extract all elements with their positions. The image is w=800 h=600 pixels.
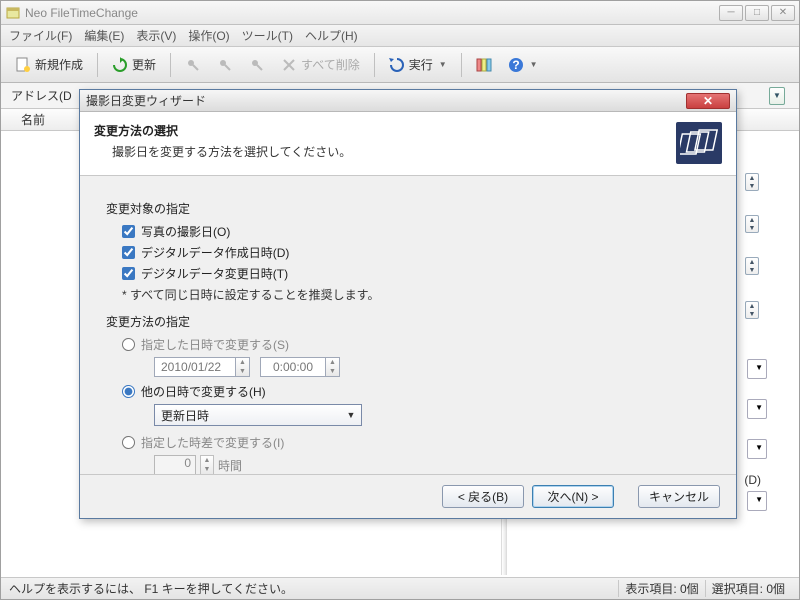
tool-pin3[interactable] (243, 54, 271, 76)
svg-text:?: ? (512, 58, 519, 72)
app-icon (5, 5, 21, 21)
columns-icon (476, 57, 492, 73)
right-spinner-1[interactable]: ▲▼ (745, 173, 759, 191)
delete-all-label: すべて削除 (301, 56, 360, 73)
run-icon (389, 57, 405, 73)
dialog-footer: < 戻る(B) 次へ(N) > キャンセル (80, 474, 736, 518)
new-button[interactable]: 新規作成 (9, 53, 89, 76)
refresh-icon (112, 57, 128, 73)
right-combo-2[interactable]: ▼ (747, 399, 767, 419)
recommendation-note: * すべて同じ日時に設定することを推奨します。 (122, 286, 710, 303)
radio-offset-input[interactable] (122, 436, 135, 449)
group-target-label: 変更対象の指定 (106, 200, 710, 217)
right-d-label: (D) (744, 473, 761, 487)
checkbox-shoot-input[interactable] (122, 225, 135, 238)
dialog-heading: 変更方法の選択 (94, 122, 676, 139)
dialog-title: 撮影日変更ウィザード (86, 92, 686, 109)
wizard-icon (676, 122, 722, 164)
offset-unit-label: 時間 (218, 457, 242, 474)
checkbox-dcreate-input[interactable] (122, 246, 135, 259)
run-label: 実行 (409, 56, 433, 73)
menubar: ファイル(F) 編集(E) 表示(V) 操作(O) ツール(T) ヘルプ(H) (1, 25, 799, 47)
titlebar: Neo FileTimeChange ─ □ ✕ (1, 1, 799, 25)
main-window: Neo FileTimeChange ─ □ ✕ ファイル(F) 編集(E) 表… (0, 0, 800, 600)
tool-pin1[interactable] (179, 54, 207, 76)
new-label: 新規作成 (35, 56, 83, 73)
checkbox-digital-modify[interactable]: デジタルデータ変更日時(T) (122, 265, 710, 282)
close-button[interactable]: ✕ (771, 5, 795, 21)
date-field[interactable]: 2010/01/22 (154, 357, 236, 377)
help-icon: ? (508, 57, 524, 73)
pin-icon (185, 57, 201, 73)
address-dropdown-icon[interactable]: ▼ (769, 87, 785, 105)
tool-columns[interactable] (470, 54, 498, 76)
delete-all-button[interactable]: すべて削除 (275, 53, 366, 76)
radio-other-datetime[interactable]: 他の日時で変更する(H) (122, 383, 710, 400)
radio-offset[interactable]: 指定した時差で変更する(I) (122, 434, 710, 451)
cancel-button[interactable]: キャンセル (638, 485, 720, 508)
time-spinner[interactable]: ▲▼ (326, 357, 340, 377)
radio-specified-input[interactable] (122, 338, 135, 351)
right-combo-1[interactable]: ▼ (747, 359, 767, 379)
pin2-icon (217, 57, 233, 73)
status-selected: 選択項目: 0個 (705, 580, 791, 597)
menu-file[interactable]: ファイル(F) (9, 27, 72, 44)
tool-help[interactable]: ? ▼ (502, 54, 544, 76)
right-spinner-4[interactable]: ▲▼ (745, 301, 759, 319)
right-combo-4[interactable]: ▼ (747, 491, 767, 511)
pin3-icon (249, 57, 265, 73)
combo-value: 更新日時 (161, 407, 209, 424)
radio-other-input[interactable] (122, 385, 135, 398)
menu-help[interactable]: ヘルプ(H) (305, 27, 358, 44)
menu-edit[interactable]: 編集(E) (84, 27, 124, 44)
dialog-subheading: 撮影日を変更する方法を選択してください。 (112, 143, 676, 160)
checkbox-digital-create[interactable]: デジタルデータ作成日時(D) (122, 244, 710, 261)
delete-icon (281, 57, 297, 73)
dialog-header: 変更方法の選択 撮影日を変更する方法を選択してください。 (80, 112, 736, 176)
tool-pin2[interactable] (211, 54, 239, 76)
refresh-label: 更新 (132, 56, 156, 73)
offset-spinner[interactable]: ▲▼ (200, 455, 214, 475)
wizard-dialog: 撮影日変更ウィザード ✕ 変更方法の選択 撮影日を変更する方法を選択してください… (79, 89, 737, 519)
toolbar: 新規作成 更新 すべて削除 実行 ▼ ? ▼ (1, 47, 799, 83)
offset-field[interactable]: 0 (154, 455, 196, 475)
other-datetime-combo[interactable]: 更新日時 ▼ (154, 404, 362, 426)
checkbox-dmodify-input[interactable] (122, 267, 135, 280)
status-help: ヘルプを表示するには、 F1 キーを押してください。 (9, 580, 618, 597)
dialog-titlebar: 撮影日変更ウィザード ✕ (80, 90, 736, 112)
radio-specified-datetime[interactable]: 指定した日時で変更する(S) (122, 336, 710, 353)
menu-action[interactable]: 操作(O) (188, 27, 229, 44)
window-title: Neo FileTimeChange (25, 6, 719, 20)
status-items: 表示項目: 0個 (618, 580, 704, 597)
checkbox-shoot-date[interactable]: 写真の撮影日(O) (122, 223, 710, 240)
group-method-label: 変更方法の指定 (106, 313, 710, 330)
menu-view[interactable]: 表示(V) (136, 27, 176, 44)
right-combo-3[interactable]: ▼ (747, 439, 767, 459)
run-dropdown-icon[interactable]: ▼ (439, 60, 447, 69)
run-button[interactable]: 実行 ▼ (383, 53, 453, 76)
right-spinner-2[interactable]: ▲▼ (745, 215, 759, 233)
maximize-button[interactable]: □ (745, 5, 769, 21)
back-button[interactable]: < 戻る(B) (442, 485, 524, 508)
menu-tools[interactable]: ツール(T) (242, 27, 293, 44)
date-spinner[interactable]: ▲▼ (236, 357, 250, 377)
address-label: アドレス(D (11, 87, 72, 104)
dialog-close-button[interactable]: ✕ (686, 93, 730, 109)
refresh-button[interactable]: 更新 (106, 53, 162, 76)
new-icon (15, 57, 31, 73)
combo-dropdown-icon[interactable]: ▼ (343, 407, 359, 423)
minimize-button[interactable]: ─ (719, 5, 743, 21)
statusbar: ヘルプを表示するには、 F1 キーを押してください。 表示項目: 0個 選択項目… (1, 577, 799, 599)
help-dropdown-icon[interactable]: ▼ (530, 60, 538, 69)
dialog-body: 変更対象の指定 写真の撮影日(O) デジタルデータ作成日時(D) デジタルデータ… (80, 176, 736, 493)
next-button[interactable]: 次へ(N) > (532, 485, 614, 508)
right-spinner-3[interactable]: ▲▼ (745, 257, 759, 275)
time-field[interactable]: 0:00:00 (260, 357, 326, 377)
